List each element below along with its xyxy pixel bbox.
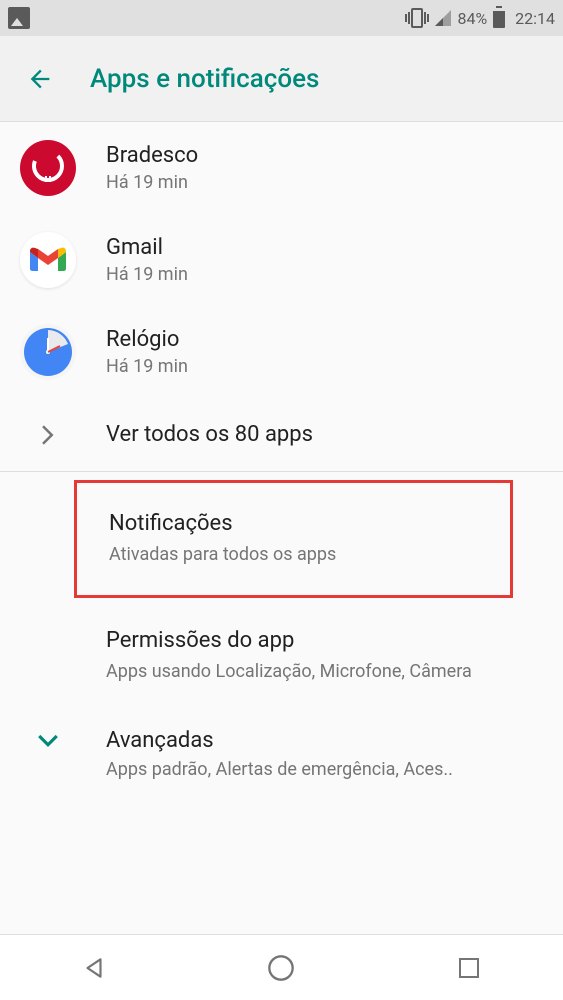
settings-title: Permissões do app bbox=[106, 628, 543, 653]
triangle-back-icon bbox=[81, 955, 107, 981]
battery-percentage: 84% bbox=[457, 9, 487, 28]
app-subtitle: Há 19 min bbox=[106, 356, 188, 377]
settings-title: Notificações bbox=[109, 511, 490, 536]
battery-icon bbox=[493, 8, 505, 28]
app-name: Relógio bbox=[106, 327, 188, 352]
page-title: Apps e notificações bbox=[90, 64, 319, 94]
settings-notifications[interactable]: Notificações Ativadas para todos os apps bbox=[77, 483, 510, 595]
settings-permissions[interactable]: Permissões do app Apps usando Localizaçã… bbox=[0, 606, 563, 706]
nav-recent-button[interactable] bbox=[429, 943, 509, 993]
settings-subtitle: Apps padrão, Alertas de emergência, Aces… bbox=[106, 759, 543, 780]
app-item-bradesco[interactable]: Bradesco Há 19 min bbox=[0, 122, 563, 214]
settings-subtitle: Apps usando Localização, Microfone, Câme… bbox=[106, 659, 543, 684]
navigation-bar bbox=[0, 934, 563, 1000]
chevron-down-icon bbox=[20, 728, 76, 748]
status-right: 84% 22:14 bbox=[405, 8, 555, 28]
clock-time: 22:14 bbox=[515, 9, 555, 28]
nav-home-button[interactable] bbox=[241, 943, 321, 993]
status-bar: 84% 22:14 bbox=[0, 0, 563, 36]
highlight-annotation: Notificações Ativadas para todos os apps bbox=[74, 480, 513, 598]
image-notification-icon bbox=[8, 7, 30, 29]
app-item-clock[interactable]: Relógio Há 19 min bbox=[0, 306, 563, 398]
divider bbox=[0, 471, 563, 472]
gmail-icon bbox=[20, 232, 76, 288]
settings-advanced[interactable]: Avançadas Apps padrão, Alertas de emergê… bbox=[0, 706, 563, 802]
app-name: Gmail bbox=[106, 235, 188, 260]
back-button[interactable] bbox=[20, 59, 60, 99]
bradesco-icon bbox=[20, 140, 76, 196]
nav-back-button[interactable] bbox=[54, 943, 134, 993]
settings-subtitle: Ativadas para todos os apps bbox=[109, 542, 490, 567]
clock-icon bbox=[20, 324, 76, 380]
settings-title: Avançadas bbox=[106, 728, 543, 753]
app-bar: Apps e notificações bbox=[0, 36, 563, 122]
app-name: Bradesco bbox=[106, 143, 198, 168]
arrow-back-icon bbox=[26, 65, 54, 93]
app-item-gmail[interactable]: Gmail Há 19 min bbox=[0, 214, 563, 306]
circle-home-icon bbox=[267, 954, 295, 982]
view-all-label: Ver todos os 80 apps bbox=[106, 422, 313, 447]
content-area: Bradesco Há 19 min Gmail Há 19 min bbox=[0, 122, 563, 802]
signal-icon bbox=[435, 10, 451, 26]
status-left bbox=[8, 7, 30, 29]
chevron-right-icon bbox=[20, 425, 76, 445]
app-subtitle: Há 19 min bbox=[106, 264, 188, 285]
square-recent-icon bbox=[457, 956, 481, 980]
vibrate-icon bbox=[405, 8, 429, 28]
app-subtitle: Há 19 min bbox=[106, 172, 198, 193]
view-all-apps[interactable]: Ver todos os 80 apps bbox=[0, 398, 563, 471]
